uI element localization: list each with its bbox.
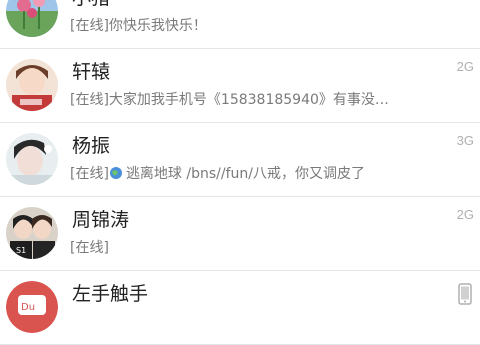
avatar[interactable]: Du bbox=[6, 281, 58, 333]
contact-row[interactable]: Du 左手触手 bbox=[0, 271, 480, 345]
status-text: 逃离地球 /bns//fun/八戒，你又调皮了 bbox=[125, 166, 365, 182]
contact-row[interactable]: 轩辕 [在线]大家加我手机号《15838185940》有事没… 2G bbox=[0, 49, 480, 123]
contact-status: [在线]你快乐我快乐！ bbox=[70, 18, 207, 34]
contact-row[interactable]: 小猪 [在线]你快乐我快乐！ 2G bbox=[0, 0, 480, 49]
contact-list: 小猪 [在线]你快乐我快乐！ 2G 轩辕 [在线]大家加我手机号《1583818… bbox=[0, 0, 480, 345]
contact-name: 杨振 bbox=[72, 135, 111, 157]
svg-text:Du: Du bbox=[21, 302, 35, 313]
contact-name: 小猪 bbox=[72, 0, 110, 10]
contact-status: [在线] bbox=[70, 240, 109, 256]
globe-emoji-icon bbox=[109, 166, 123, 180]
avatar[interactable] bbox=[6, 59, 58, 111]
network-badge: 3G bbox=[456, 133, 474, 148]
svg-text:S1: S1 bbox=[16, 246, 26, 255]
phone-icon bbox=[458, 283, 472, 305]
contact-name: 周锦涛 bbox=[72, 209, 130, 231]
network-badge: 2G bbox=[456, 207, 474, 222]
contact-name: 轩辕 bbox=[72, 61, 111, 83]
network-badge: 2G bbox=[456, 59, 474, 74]
status-prefix: [在线] bbox=[70, 166, 109, 182]
avatar[interactable] bbox=[6, 0, 58, 37]
contact-status: [在线]大家加我手机号《15838185940》有事没… bbox=[70, 92, 389, 108]
contact-row[interactable]: S1 周锦涛 [在线] 2G bbox=[0, 197, 480, 271]
avatar[interactable]: S1 bbox=[6, 207, 58, 259]
avatar[interactable] bbox=[6, 133, 58, 185]
contact-row[interactable]: 杨振 [在线] 逃离地球 /bns//fun/八戒，你又调皮了 3G bbox=[0, 123, 480, 197]
contact-status: [在线] 逃离地球 /bns//fun/八戒，你又调皮了 bbox=[70, 163, 440, 183]
contact-name: 左手触手 bbox=[72, 283, 149, 305]
